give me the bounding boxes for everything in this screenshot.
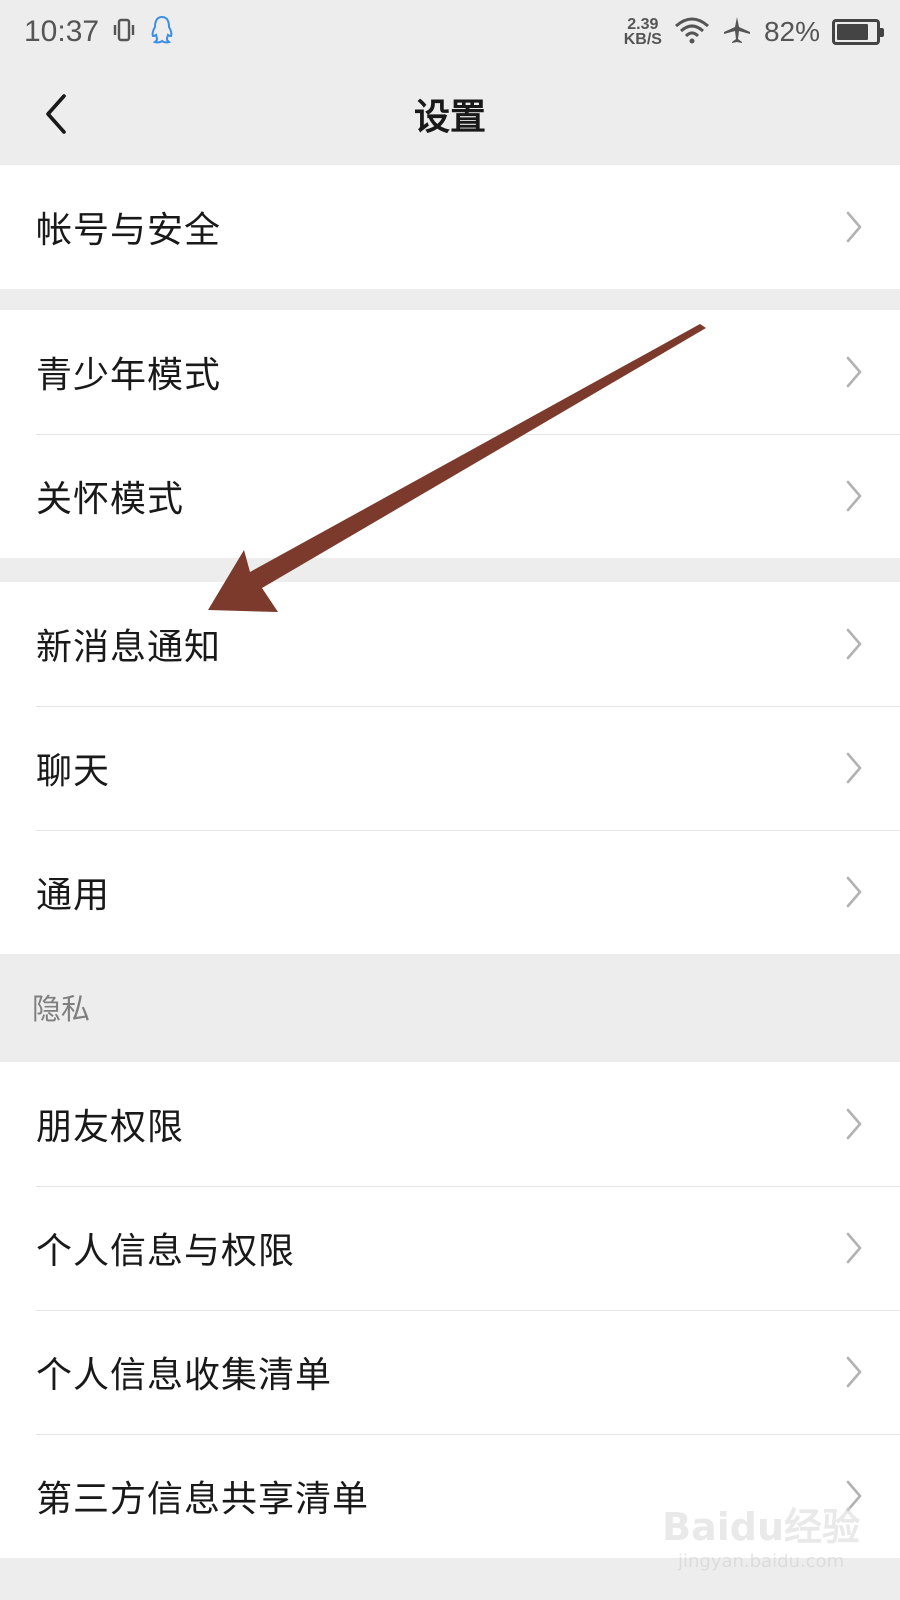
settings-item-label: 朋友权限 xyxy=(36,1107,185,1148)
settings-item-personal-info-permissions[interactable]: 个人信息与权限 xyxy=(0,1186,900,1310)
chevron-right-icon xyxy=(846,628,862,660)
chevron-right-icon xyxy=(846,1356,862,1388)
settings-item-label: 通用 xyxy=(36,875,111,916)
chevron-right-icon xyxy=(846,480,862,512)
network-speed: 2.39 KB/S xyxy=(623,16,662,48)
section-title-privacy: 隐私 xyxy=(32,992,91,1026)
settings-item-general[interactable]: 通用 xyxy=(0,830,900,954)
settings-item-label: 聊天 xyxy=(36,751,111,792)
settings-item-label: 新消息通知 xyxy=(36,627,222,668)
chevron-right-icon xyxy=(846,211,862,243)
battery-icon xyxy=(832,19,884,45)
settings-item-label: 第三方信息共享清单 xyxy=(36,1479,370,1520)
chevron-right-icon xyxy=(846,1232,862,1264)
settings-group-account: 帐号与安全 xyxy=(0,165,900,289)
settings-item-personal-info-collection-list[interactable]: 个人信息收集清单 xyxy=(0,1310,900,1434)
chevron-right-icon xyxy=(846,876,862,908)
settings-item-label: 青少年模式 xyxy=(36,355,222,396)
back-button[interactable] xyxy=(28,86,84,142)
settings-group-general: 新消息通知 聊天 通用 xyxy=(0,582,900,954)
status-bar: 10:37 2.39 KB/S 82% xyxy=(0,0,900,64)
page-title: 设置 xyxy=(413,97,486,138)
settings-item-label: 帐号与安全 xyxy=(36,210,222,251)
settings-item-chat[interactable]: 聊天 xyxy=(0,706,900,830)
settings-item-label: 个人信息与权限 xyxy=(36,1231,296,1272)
qq-penguin-icon xyxy=(149,15,175,50)
status-time: 10:37 xyxy=(24,15,100,48)
nav-bar: 设置 xyxy=(0,64,900,164)
settings-item-new-message-notification[interactable]: 新消息通知 xyxy=(0,582,900,706)
settings-item-friend-permissions[interactable]: 朋友权限 xyxy=(0,1062,900,1186)
settings-item-youth-mode[interactable]: 青少年模式 xyxy=(0,310,900,434)
settings-item-label: 关怀模式 xyxy=(36,479,185,520)
chevron-right-icon xyxy=(846,1108,862,1140)
vibrate-icon xyxy=(111,17,137,48)
settings-group-privacy: 朋友权限 个人信息与权限 个人信息收集清单 第三方信息共享清单 xyxy=(0,1062,900,1558)
chevron-left-icon xyxy=(46,94,66,134)
watermark-main: Baidu经验 xyxy=(662,1505,860,1549)
chevron-right-icon xyxy=(846,356,862,388)
battery-level xyxy=(837,24,869,40)
settings-item-label: 个人信息收集清单 xyxy=(36,1355,333,1396)
settings-item-care-mode[interactable]: 关怀模式 xyxy=(0,434,900,558)
airplane-icon xyxy=(722,15,752,50)
settings-item-account-security[interactable]: 帐号与安全 xyxy=(0,165,900,289)
watermark-sub: jingyan.baidu.com xyxy=(678,1551,845,1572)
wifi-icon xyxy=(674,16,710,49)
chevron-right-icon xyxy=(846,752,862,784)
watermark-logo: Baidu经验 jingyan.baidu.com xyxy=(662,1496,860,1572)
settings-group-modes: 青少年模式 关怀模式 xyxy=(0,310,900,558)
battery-percent: 82% xyxy=(763,16,820,47)
